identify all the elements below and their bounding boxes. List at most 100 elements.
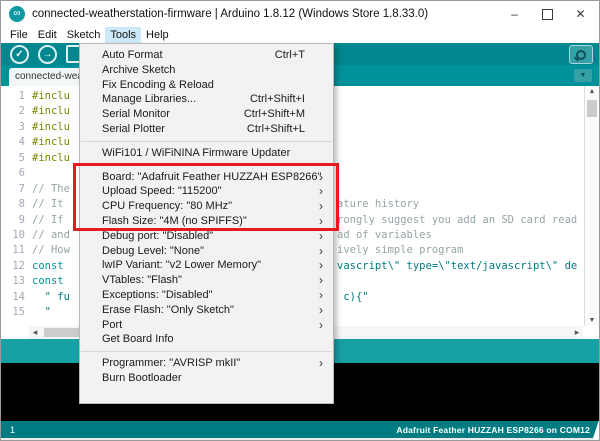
serial-monitor-button[interactable] (569, 45, 593, 64)
vscroll-thumb[interactable] (587, 100, 597, 117)
submenu-arrow-icon: › (319, 288, 323, 303)
status-bar: 1 Adafruit Feather HUZZAH ESP8266 on COM… (1, 421, 599, 438)
menu-item-label: Auto Format (102, 49, 163, 61)
code-fragment-left: " fu (32, 291, 70, 303)
submenu-arrow-icon: › (319, 356, 323, 371)
menu-item-programmer[interactable]: Programmer: "AVRISP mkII" › (80, 356, 333, 371)
menu-separator (81, 141, 332, 142)
tab-list-button[interactable]: ▼ (574, 69, 592, 82)
line-number: 11 (1, 243, 25, 258)
menu-bar: File Edit Sketch Tools Help (1, 27, 599, 43)
menu-tools[interactable]: Tools (105, 27, 141, 43)
code-fragment-right: vascript\" type=\"text/javascript\" de (337, 259, 577, 274)
menu-item-label: Serial Plotter (102, 123, 165, 135)
menu-sketch[interactable]: Sketch (62, 27, 106, 43)
menu-separator (81, 351, 332, 352)
line-number: 13 (1, 274, 25, 289)
menu-item-label: Port (102, 319, 122, 331)
menu-item-auto-format[interactable]: Auto Format Ctrl+T (80, 48, 333, 63)
arduino-ide-window: ∞ connected-weatherstation-firmware | Ar… (0, 0, 600, 441)
magnifier-icon (576, 50, 586, 60)
menu-item-lwip-variant[interactable]: lwIP Variant: "v2 Lower Memory" › (80, 258, 333, 273)
code-fragment-right: rongly suggest you add an SD card read (337, 213, 577, 228)
menu-item-shortcut: Ctrl+Shift+M (244, 107, 305, 122)
menu-item-get-board-info[interactable]: Get Board Info (80, 332, 333, 347)
scroll-down-icon[interactable]: ▼ (585, 317, 599, 324)
code-fragment-left: #inclu (32, 136, 70, 148)
maximize-button[interactable] (531, 1, 564, 27)
menu-item-exceptions[interactable]: Exceptions: "Disabled" › (80, 288, 333, 303)
menu-edit[interactable]: Edit (33, 27, 62, 43)
scroll-right-icon[interactable]: ▸ (571, 326, 583, 339)
window-title: connected-weatherstation-firmware | Ardu… (32, 8, 428, 20)
submenu-arrow-icon: › (319, 258, 323, 273)
highlight-box (73, 163, 339, 231)
menu-item-label: VTables: "Flash" (102, 274, 182, 286)
submenu-arrow-icon: › (319, 273, 323, 288)
line-number: 2 (1, 104, 25, 119)
verify-button[interactable]: ✓ (10, 45, 29, 64)
menu-item-port[interactable]: Port› (80, 318, 333, 333)
title-bar: ∞ connected-weatherstation-firmware | Ar… (1, 1, 599, 27)
scroll-left-icon[interactable]: ◂ (29, 326, 41, 339)
maximize-icon (542, 9, 553, 20)
menu-item-fix-encoding-reload[interactable]: Fix Encoding & Reload (80, 78, 333, 93)
menu-item-serial-monitor[interactable]: Serial Monitor Ctrl+Shift+M (80, 107, 333, 122)
menu-item-label: Erase Flash: "Only Sketch" (102, 304, 234, 316)
code-fragment-right: c){" (337, 290, 369, 305)
menu-item-burn-bootloader[interactable]: Burn Bootloader (80, 371, 333, 386)
menu-item-wifi-firmware-updater[interactable]: WiFi101 / WiFiNINA Firmware Updater (80, 146, 333, 161)
editor-vscrollbar[interactable]: ▲ ▼ (584, 86, 599, 326)
line-number: 1 (1, 89, 25, 104)
board-port-status: Adafruit Feather HUZZAH ESP8266 on COM12 (396, 425, 590, 435)
code-fragment-left: // It (32, 198, 64, 210)
line-number: 15 (1, 305, 25, 320)
menu-item-debug-level[interactable]: Debug Level: "None"› (80, 244, 333, 259)
line-number: 8 (1, 197, 25, 212)
menu-item-label: Manage Libraries... (102, 93, 196, 105)
menu-item-label: Serial Monitor (102, 108, 170, 120)
menu-item-label: WiFi101 / WiFiNINA Firmware Updater (102, 147, 290, 159)
menu-item-erase-flash[interactable]: Erase Flash: "Only Sketch" › (80, 303, 333, 318)
upload-button[interactable]: → (38, 45, 57, 64)
menu-file[interactable]: File (5, 27, 33, 43)
submenu-arrow-icon: › (319, 303, 323, 318)
menu-item-label: Archive Sketch (102, 64, 175, 76)
line-number: 5 (1, 151, 25, 166)
code-fragment-left: " (32, 306, 51, 318)
right-arrow-icon: → (43, 49, 53, 60)
menu-item-vtables[interactable]: VTables: "Flash" › (80, 273, 333, 288)
menu-item-shortcut: Ctrl+Shift+L (247, 122, 305, 137)
menu-help[interactable]: Help (141, 27, 174, 43)
minimize-button[interactable]: – (498, 1, 531, 27)
code-fragment-left: // and (32, 229, 70, 241)
menu-item-label: Burn Bootloader (102, 372, 182, 384)
menu-item-label: lwIP Variant: "v2 Lower Memory" (102, 259, 261, 271)
line-number: 6 (1, 166, 25, 181)
close-button[interactable]: ✕ (564, 1, 597, 27)
menu-item-manage-libraries[interactable]: Manage Libraries...Ctrl+Shift+I (80, 92, 333, 107)
menu-item-label: Get Board Info (102, 333, 174, 345)
menu-item-shortcut: Ctrl+T (275, 48, 305, 63)
code-fragment-left: // If (32, 214, 64, 226)
code-fragment-left: const (32, 275, 70, 287)
code-fragment-left: #inclu (32, 152, 70, 164)
code-fragment-left: // The (32, 183, 70, 195)
line-number: 10 (1, 228, 25, 243)
code-fragment-left: const (32, 260, 70, 272)
code-fragment-left: #inclu (32, 105, 70, 117)
menu-item-serial-plotter[interactable]: Serial Plotter Ctrl+Shift+L (80, 122, 333, 137)
code-fragment-right: ively simple program (337, 243, 463, 258)
code-fragment-left: #inclu (32, 121, 70, 133)
check-icon: ✓ (15, 49, 23, 60)
scroll-up-icon[interactable]: ▲ (585, 88, 599, 95)
line-number: 14 (1, 290, 25, 305)
submenu-arrow-icon: › (319, 244, 323, 259)
chevron-down-icon: ▼ (580, 72, 587, 79)
menu-item-label: Exceptions: "Disabled" (102, 289, 213, 301)
menu-item-archive-sketch[interactable]: Archive Sketch (80, 63, 333, 78)
menu-item-label: Fix Encoding & Reload (102, 79, 214, 91)
menu-item-label: Programmer: "AVRISP mkII" (102, 357, 240, 369)
line-number: 12 (1, 259, 25, 274)
line-number: 7 (1, 182, 25, 197)
